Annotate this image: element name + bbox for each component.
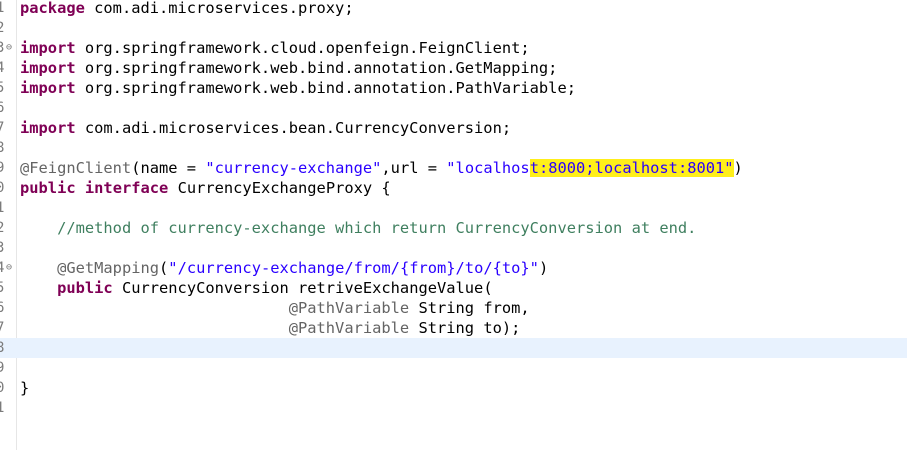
code-text: import org.springframework.cloud.openfei… xyxy=(20,38,530,58)
keyword-token: public xyxy=(20,179,76,197)
code-text: @PathVariable String from, xyxy=(20,298,530,318)
code-token: String from, xyxy=(409,299,530,317)
code-line[interactable]: 9 @FeignClient(name = "currency-exchange"… xyxy=(0,158,907,178)
code-line[interactable]: 0 public interface CurrencyExchangeProxy … xyxy=(0,178,907,198)
fold-toggle-icon[interactable]: ⊖ xyxy=(6,38,12,58)
code-text: import org.springframework.web.bind.anno… xyxy=(20,58,557,78)
code-token: org.springframework.web.bind.annotation.… xyxy=(75,79,576,97)
code-line[interactable]: 1 xyxy=(0,398,907,418)
code-token: ( xyxy=(159,259,169,277)
line-number: 5 xyxy=(0,80,5,96)
code-token: com.adi.microservices.bean.CurrencyConve… xyxy=(75,119,512,137)
code-line[interactable]: 5 public CurrencyConversion retriveExcha… xyxy=(0,278,907,298)
code-line[interactable]: 2 //method of currency-exchange which re… xyxy=(0,218,907,238)
line-number: 8 xyxy=(0,340,5,356)
line-number: 2 xyxy=(0,220,5,236)
line-number: 1 xyxy=(0,400,5,416)
keyword-token: package xyxy=(20,0,85,17)
line-number: 6 xyxy=(0,300,5,316)
annotation-token: @PathVariable xyxy=(288,299,410,317)
code-token: String to); xyxy=(409,319,521,337)
fold-toggle-icon[interactable]: ⊖ xyxy=(6,258,12,278)
line-number: 8 xyxy=(0,140,5,156)
line-number: 2 xyxy=(0,20,5,36)
code-token: ) xyxy=(538,259,549,277)
annotation-token: @GetMapping xyxy=(57,259,160,277)
code-text: public interface CurrencyExchangeProxy { xyxy=(20,178,391,198)
code-text: import com.adi.microservices.bean.Curren… xyxy=(20,118,511,138)
annotation-token: @FeignClient xyxy=(20,159,132,177)
code-token: org.springframework.web.bind.annotation.… xyxy=(75,59,558,77)
code-line[interactable]: 2 xyxy=(0,18,907,38)
current-line[interactable]: 8 xyxy=(0,338,907,358)
keyword-token: public xyxy=(57,279,113,297)
line-number: 9 xyxy=(0,360,5,376)
keyword-token: import xyxy=(20,79,76,97)
code-line[interactable]: 3 ⊖ import org.springframework.cloud.openf… xyxy=(0,38,907,58)
line-number: 1 xyxy=(0,0,5,16)
line-number: 1 xyxy=(0,200,5,216)
code-line[interactable]: 4 import org.springframework.web.bind.ann… xyxy=(0,58,907,78)
code-text: @PathVariable String to); xyxy=(20,318,521,338)
comment-token: //method of currency-exchange which retu… xyxy=(57,219,697,237)
highlighted-string-token: t:8000;localhost:8001" xyxy=(529,159,734,177)
code-line[interactable]: 3 xyxy=(0,238,907,258)
string-token: "localhos xyxy=(446,159,530,177)
code-line[interactable]: 1 xyxy=(0,198,907,218)
keyword-token: import xyxy=(20,59,76,77)
code-token: } xyxy=(20,379,30,397)
line-number: 5 xyxy=(0,280,5,296)
line-number: 0 xyxy=(0,180,5,196)
keyword-token: interface xyxy=(84,179,169,197)
code-token: CurrencyConversion retriveExchangeValue( xyxy=(112,279,493,297)
code-line[interactable]: 4 ⊖ @GetMapping("/currency-exchange/from/… xyxy=(0,258,907,278)
annotation-token: @PathVariable xyxy=(288,319,410,337)
line-number: 9 xyxy=(0,160,5,176)
code-text: public CurrencyConversion retriveExchang… xyxy=(20,278,493,298)
code-text: @GetMapping("/currency-exchange/from/{fr… xyxy=(20,258,548,278)
code-token: ) xyxy=(733,159,743,177)
code-editor[interactable]: 1 package com.adi.microservices.proxy; 2 3 ⊖… xyxy=(0,0,907,450)
code-line[interactable]: 1 package com.adi.microservices.proxy; xyxy=(0,0,907,18)
keyword-token: import xyxy=(20,39,76,57)
code-text: import org.springframework.web.bind.anno… xyxy=(20,78,576,98)
line-number: 4 xyxy=(0,60,5,76)
code-line[interactable]: 0} xyxy=(0,378,907,398)
string-token: "/currency-exchange/from/{from}/to/{to}" xyxy=(168,259,539,277)
line-number: 0 xyxy=(0,380,5,396)
code-line[interactable]: 7 import com.adi.microservices.bean.Curre… xyxy=(0,118,907,138)
code-text: @FeignClient(name = "currency-exchange",… xyxy=(20,158,743,178)
string-token: "currency-exchange" xyxy=(205,159,382,177)
code-line[interactable]: 6 @PathVariable String from, xyxy=(0,298,907,318)
line-number: 7 xyxy=(0,120,5,136)
code-token: CurrencyExchangeProxy { xyxy=(168,179,391,197)
line-number: 7 xyxy=(0,320,5,336)
code-line[interactable]: 9 xyxy=(0,358,907,378)
line-number: 3 xyxy=(0,240,5,256)
code-line[interactable]: 5 import org.springframework.web.bind.ann… xyxy=(0,78,907,98)
line-number: 6 xyxy=(0,100,5,116)
code-text: package com.adi.microservices.proxy; xyxy=(20,0,354,18)
code-line[interactable]: 8 xyxy=(0,138,907,158)
code-token: com.adi.microservices.proxy; xyxy=(84,0,354,17)
code-token: org.springframework.cloud.openfeign.Feig… xyxy=(75,39,530,57)
code-token: ,url = xyxy=(381,159,447,177)
code-text: //method of currency-exchange which retu… xyxy=(20,218,696,238)
code-text: } xyxy=(20,378,29,398)
keyword-token: import xyxy=(20,119,76,137)
code-line[interactable]: 7 @PathVariable String to); xyxy=(0,318,907,338)
code-line[interactable]: 6 xyxy=(0,98,907,118)
code-token: (name = xyxy=(131,159,206,177)
